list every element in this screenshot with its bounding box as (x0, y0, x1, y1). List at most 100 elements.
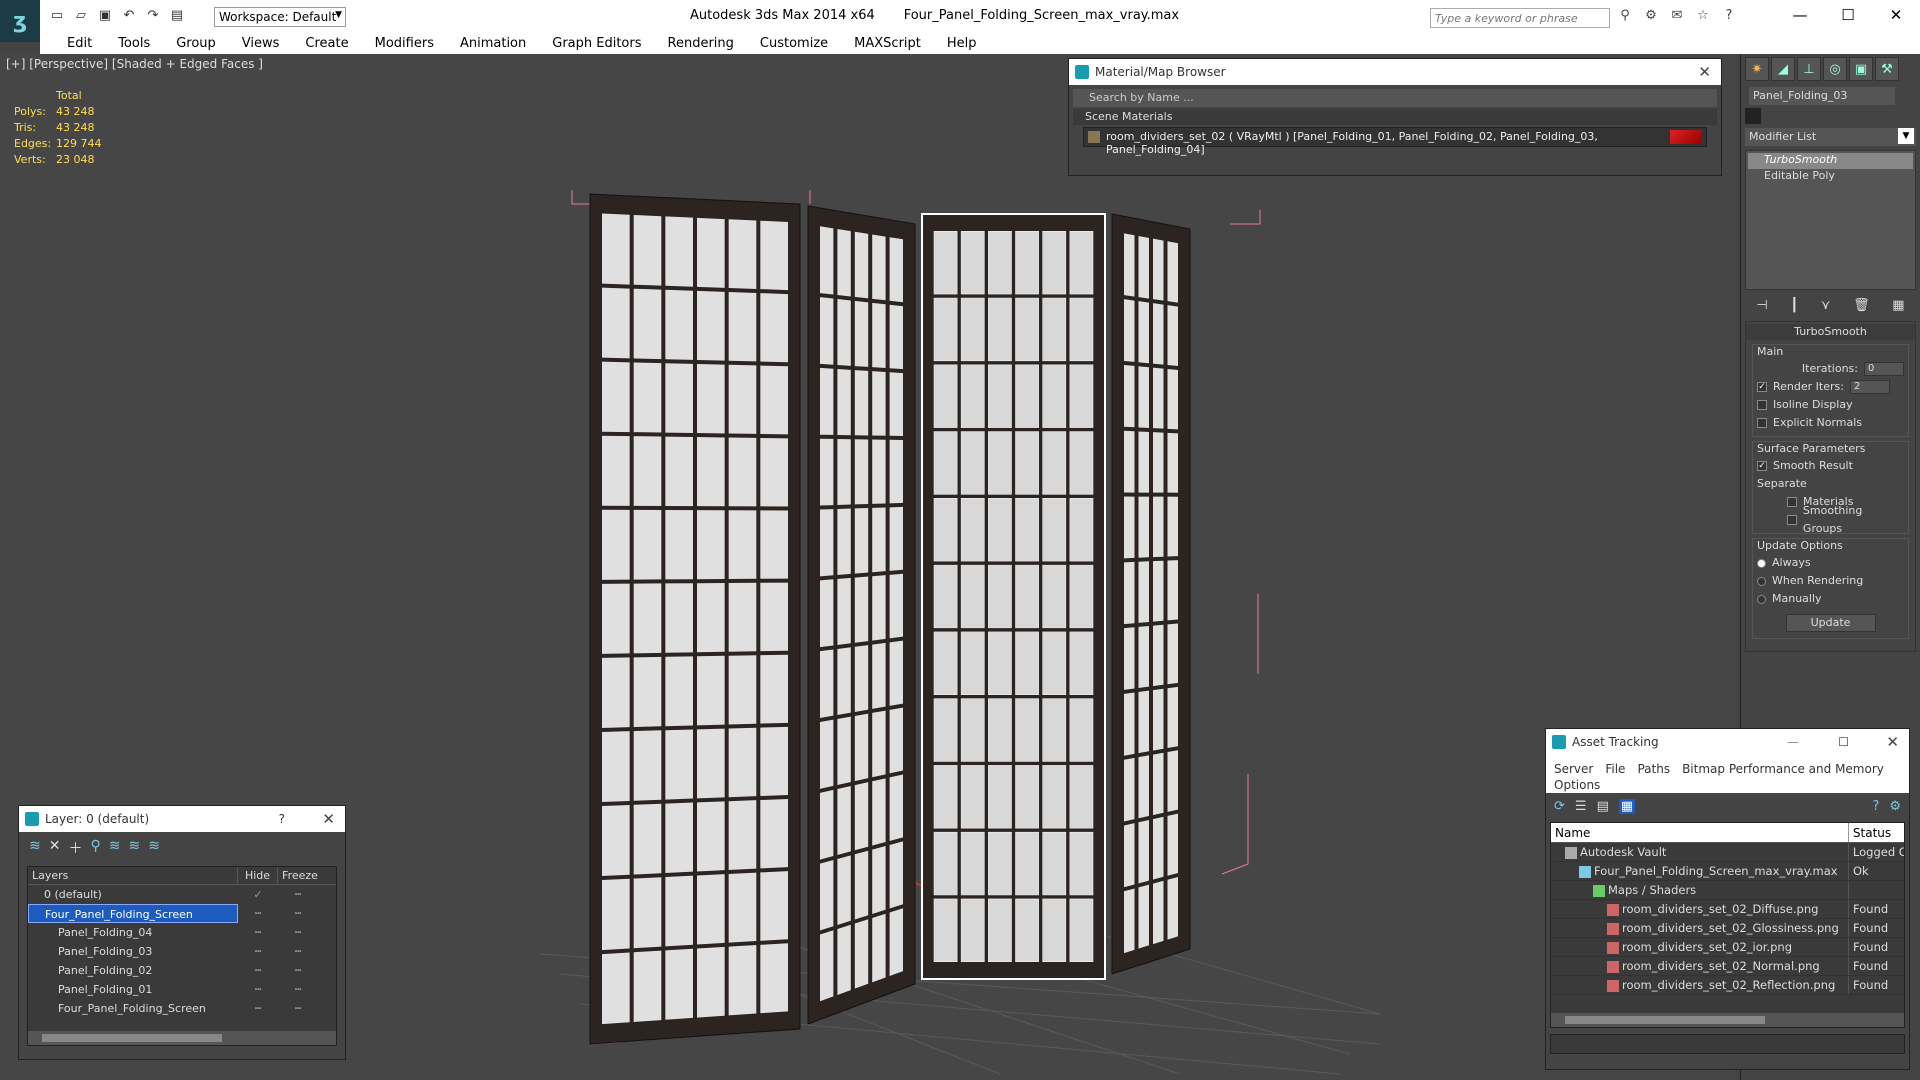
motion-tab-icon[interactable]: ◎ (1823, 57, 1847, 81)
remove-modifier-icon[interactable]: 🗑 (1853, 298, 1870, 313)
create-layer-icon[interactable]: ≋ (29, 838, 41, 858)
new-file-icon[interactable]: ▭ (48, 7, 66, 25)
object-color-swatch[interactable] (1745, 108, 1761, 124)
screen-panel[interactable] (921, 213, 1106, 980)
workspace-dropdown[interactable]: Workspace: Default ▼ (214, 7, 346, 27)
scrollbar-thumb[interactable] (1565, 1016, 1765, 1024)
menu-customize[interactable]: Customize (747, 34, 841, 54)
keyword-search-input[interactable]: Type a keyword or phrase (1430, 8, 1610, 28)
asset-horizontal-scrollbar[interactable] (1551, 1013, 1904, 1027)
hide-toggle[interactable]: ┅ (238, 942, 278, 961)
hide-column[interactable]: Hide (238, 867, 278, 884)
hide-toggle[interactable]: ┅ (238, 999, 278, 1018)
name-column[interactable]: Name (1551, 823, 1849, 842)
layer-row[interactable]: Four_Panel_Folding_Screen ┅ ┅ (28, 999, 336, 1018)
asset-row[interactable]: room_dividers_set_02_Normal.png Found (1551, 957, 1904, 976)
close-icon[interactable]: ✕ (1698, 59, 1711, 85)
asset-row[interactable]: room_dividers_set_02_Glossiness.png Found (1551, 919, 1904, 938)
asset-menu-options[interactable]: Options (1554, 777, 1600, 793)
refresh-icon[interactable]: ⟳ (1554, 799, 1565, 814)
menu-maxscript[interactable]: MAXScript (841, 34, 934, 54)
add-to-layer-icon[interactable]: ＋ (68, 838, 82, 858)
layer-row[interactable]: Panel_Folding_02 ┅ ┅ (28, 961, 336, 980)
scene-materials-section[interactable]: Scene Materials (1073, 109, 1717, 125)
asset-row[interactable]: Four_Panel_Folding_Screen_max_vray.max Ok (1551, 862, 1904, 881)
menu-edit[interactable]: Edit (54, 34, 105, 54)
asset-menu-bitmap-performance-and-memory[interactable]: Bitmap Performance and Memory (1682, 761, 1884, 777)
viewport-label[interactable]: [+] [Perspective] [Shaded + Edged Faces … (6, 57, 263, 71)
utilities-tab-icon[interactable]: ⚒ (1875, 57, 1899, 81)
modify-tab-icon[interactable]: ◢ (1771, 57, 1795, 81)
display-tab-icon[interactable]: ▣ (1849, 57, 1873, 81)
asset-row[interactable]: Autodesk Vault Logged O (1551, 843, 1904, 862)
modifier-list-dropdown[interactable]: Modifier List ▼ (1745, 128, 1916, 146)
layer-row[interactable]: 0 (default) ✓ ┅ (28, 885, 336, 904)
iterations-spinner[interactable]: 0 (1864, 362, 1904, 376)
maximize-icon[interactable]: ☐ (1824, 0, 1872, 30)
freeze-toggle[interactable]: ┅ (278, 999, 318, 1018)
create-tab-icon[interactable]: ✷ (1745, 57, 1769, 81)
layer-horizontal-scrollbar[interactable] (28, 1031, 336, 1045)
hierarchy-tab-icon[interactable]: ⊥ (1797, 57, 1821, 81)
close-icon[interactable]: ✕ (1886, 729, 1899, 755)
render-iters-checkbox[interactable]: ✓ (1757, 382, 1767, 392)
asset-row[interactable]: Maps / Shaders (1551, 881, 1904, 900)
freeze-toggle[interactable]: ┅ (278, 961, 318, 980)
help-icon[interactable]: ? (1872, 799, 1879, 814)
help-icon[interactable]: ? (1719, 8, 1739, 28)
hide-toggle[interactable]: ┅ (238, 904, 278, 923)
settings-icon[interactable]: ⚙ (1889, 799, 1901, 814)
layer-row[interactable]: Panel_Folding_04 ┅ ┅ (28, 923, 336, 942)
show-end-result-icon[interactable]: ┃ (1790, 298, 1798, 313)
explicit-normals-checkbox[interactable] (1757, 418, 1767, 428)
configure-sets-icon[interactable]: ▦ (1892, 298, 1904, 313)
freeze-toggle[interactable]: ┅ (278, 904, 318, 923)
freeze-toggle[interactable]: ┅ (278, 923, 318, 942)
minimize-icon[interactable]: — (1776, 0, 1824, 30)
save-icon[interactable]: ▣ (96, 7, 114, 25)
smoothing-groups-checkbox[interactable] (1787, 515, 1797, 525)
undo-icon[interactable]: ↶ (120, 7, 138, 25)
freeze-all-icon[interactable]: ≋ (148, 838, 160, 858)
freeze-toggle[interactable]: ┅ (278, 942, 318, 961)
screen-panel[interactable] (589, 193, 801, 1045)
detail-view-icon[interactable]: ▤ (1597, 799, 1609, 814)
menu-animation[interactable]: Animation (447, 34, 539, 54)
freeze-toggle[interactable]: ┅ (278, 885, 318, 904)
list-view-icon[interactable]: ☰ (1575, 799, 1587, 814)
layer-row[interactable]: Panel_Folding_01 ┅ ┅ (28, 980, 336, 999)
stack-item-turbosmooth[interactable]: TurboSmooth (1748, 153, 1913, 169)
menu-create[interactable]: Create (292, 34, 361, 54)
select-objects-icon[interactable]: ⚲ (90, 838, 100, 858)
asset-menu-paths[interactable]: Paths (1637, 761, 1670, 777)
stack-item-editable-poly[interactable]: Editable Poly (1748, 169, 1913, 185)
binoculars-icon[interactable]: ⚲ (1615, 8, 1635, 28)
material-search-input[interactable]: Search by Name ... (1073, 89, 1717, 107)
hide-toggle[interactable]: ┅ (238, 961, 278, 980)
asset-menu-file[interactable]: File (1605, 761, 1625, 777)
highlight-layer-icon[interactable]: ≋ (109, 838, 121, 858)
layer-row[interactable]: Panel_Folding_03 ┅ ┅ (28, 942, 336, 961)
favorites-star-icon[interactable]: ☆ (1693, 8, 1713, 28)
make-unique-icon[interactable]: ⋎ (1821, 298, 1831, 313)
asset-row[interactable]: room_dividers_set_02_Diffuse.png Found (1551, 900, 1904, 919)
object-name-field[interactable]: Panel_Folding_03 (1749, 87, 1895, 105)
layer-row[interactable]: Four_Panel_Folding_Screen ┅ ┅ (28, 904, 336, 923)
help-icon[interactable]: ? (279, 806, 285, 832)
redo-icon[interactable]: ↷ (144, 7, 162, 25)
freeze-toggle[interactable]: ┅ (278, 980, 318, 999)
close-icon[interactable]: ✕ (1872, 0, 1920, 30)
materials-checkbox[interactable] (1787, 497, 1797, 507)
status-column[interactable]: Status (1849, 823, 1904, 842)
minimize-icon[interactable]: — (1787, 729, 1799, 755)
menu-tools[interactable]: Tools (105, 34, 163, 54)
pin-stack-icon[interactable]: ⊣ (1756, 298, 1767, 313)
asset-row[interactable]: room_dividers_set_02_ior.png Found (1551, 938, 1904, 957)
rollout-header[interactable]: TurboSmooth (1746, 324, 1915, 340)
close-icon[interactable]: ✕ (322, 806, 335, 832)
freeze-column[interactable]: Freeze (278, 867, 322, 884)
scrollbar-thumb[interactable] (42, 1034, 222, 1042)
always-radio[interactable] (1757, 558, 1766, 568)
isoline-checkbox[interactable] (1757, 400, 1767, 410)
menu-group[interactable]: Group (163, 34, 229, 54)
